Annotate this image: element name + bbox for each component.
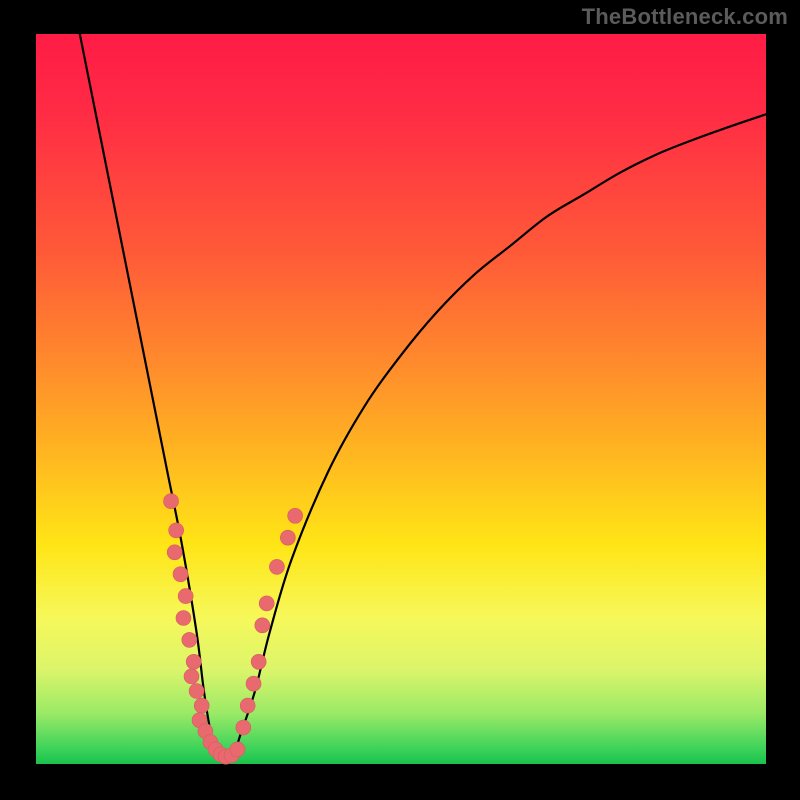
data-dot — [184, 669, 199, 684]
data-dot — [173, 567, 188, 582]
data-dot — [176, 611, 191, 626]
data-dot — [189, 684, 204, 699]
data-dot — [230, 742, 245, 757]
plot-area — [36, 34, 766, 764]
data-dot — [280, 530, 295, 545]
bottleneck-curve — [80, 34, 766, 764]
data-dots — [164, 494, 303, 765]
data-dot — [164, 494, 179, 509]
data-dot — [182, 632, 197, 647]
data-dot — [246, 676, 261, 691]
data-dot — [194, 698, 209, 713]
data-dot — [240, 698, 255, 713]
data-dot — [178, 589, 193, 604]
data-dot — [259, 596, 274, 611]
data-dot — [251, 654, 266, 669]
data-dot — [269, 559, 284, 574]
curve-svg — [36, 34, 766, 764]
data-dot — [186, 654, 201, 669]
data-dot — [169, 523, 184, 538]
watermark-text: TheBottleneck.com — [582, 4, 788, 30]
data-dot — [255, 618, 270, 633]
data-dot — [167, 545, 182, 560]
data-dot — [236, 720, 251, 735]
data-dot — [288, 508, 303, 523]
chart-container: TheBottleneck.com — [0, 0, 800, 800]
